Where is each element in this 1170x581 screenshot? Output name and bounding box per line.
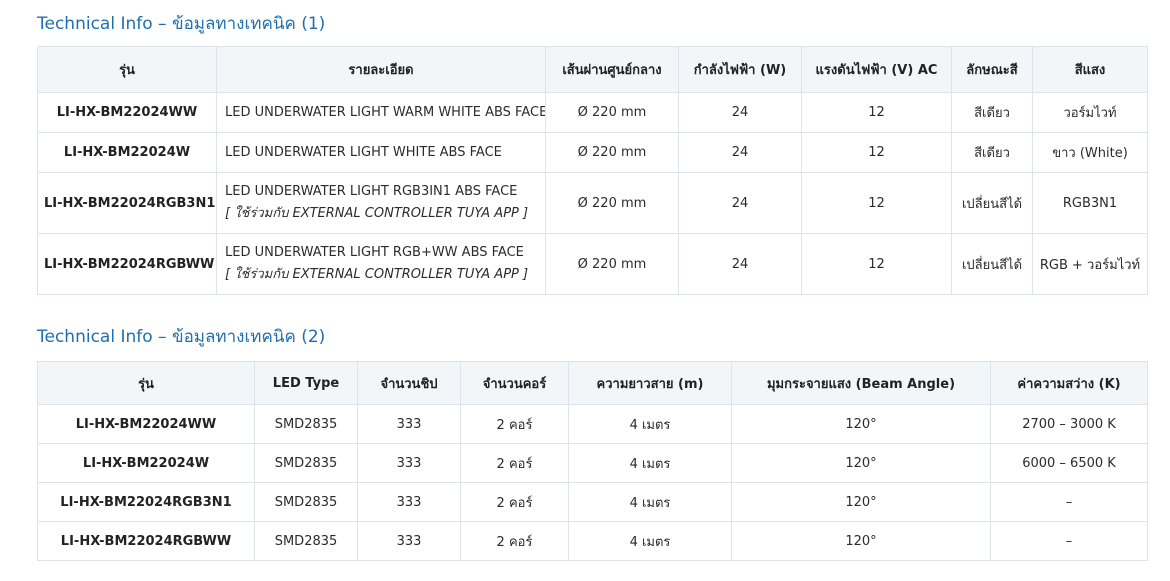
diameter-cell: Ø 220 mm [545, 132, 679, 173]
table-row: LI-HX-BM22024WW LED UNDERWATER LIGHT WAR… [37, 92, 1148, 133]
voltage-cell: 12 [801, 132, 952, 173]
color-type-cell: เปลี่ยนสีได้ [951, 233, 1033, 295]
table-row: LI-HX-BM22024RGB3N1 LED UNDERWATER LIGHT… [37, 172, 1148, 234]
color-type-cell: สีเดียว [951, 92, 1033, 133]
voltage-cell: 12 [801, 233, 952, 295]
beam-angle-cell: 120° [731, 521, 991, 561]
led-type-cell: SMD2835 [254, 443, 358, 483]
column-header-model: รุ่น [37, 361, 255, 405]
chip-count-cell: 333 [357, 404, 461, 444]
color-temperature-cell: – [990, 482, 1148, 522]
light-color-cell: ขาว (White) [1032, 132, 1148, 173]
cable-length-cell: 4 เมตร [568, 443, 732, 483]
chip-count-cell: 333 [357, 443, 461, 483]
column-header-voltage: แรงดันไฟฟ้า (V) AC [801, 46, 952, 93]
column-header-description: รายละเอียด [216, 46, 546, 93]
light-color-cell: RGB + วอร์มไวท์ [1032, 233, 1148, 295]
column-header-cable-length: ความยาวสาย (m) [568, 361, 732, 405]
model-cell: LI-HX-BM22024RGB3N1 [37, 172, 217, 234]
voltage-cell: 12 [801, 172, 952, 234]
column-header-light-color: สีแสง [1032, 46, 1148, 93]
led-type-cell: SMD2835 [254, 482, 358, 522]
column-header-color-temperature: ค่าความสว่าง (K) [990, 361, 1148, 405]
led-type-cell: SMD2835 [254, 521, 358, 561]
model-cell: LI-HX-BM22024WW [37, 404, 255, 444]
model-cell: LI-HX-BM22024RGBWW [37, 233, 217, 295]
beam-angle-cell: 120° [731, 482, 991, 522]
cable-length-cell: 4 เมตร [568, 482, 732, 522]
column-header-color-type: ลักษณะสี [951, 46, 1033, 93]
description-text: LED UNDERWATER LIGHT WARM WHITE ABS FACE [225, 105, 546, 120]
voltage-cell: 12 [801, 92, 952, 133]
power-cell: 24 [678, 233, 802, 295]
section-title-technical-info-1: Technical Info – ข้อมูลทางเทคนิค (1) [37, 14, 326, 34]
color-temperature-cell: 6000 – 6500 K [990, 443, 1148, 483]
diameter-cell: Ø 220 mm [545, 92, 679, 133]
column-header-chip-count: จำนวนชิป [357, 361, 461, 405]
chip-count-cell: 333 [357, 482, 461, 522]
color-type-cell: สีเดียว [951, 132, 1033, 173]
table-header-row: รุ่น LED Type จำนวนชิป จำนวนคอร์ ความยาว… [37, 361, 1148, 405]
core-count-cell: 2 คอร์ [460, 482, 569, 522]
controller-note: [ ใช้ร่วมกับ EXTERNAL CONTROLLER TUYA AP… [225, 266, 529, 282]
core-count-cell: 2 คอร์ [460, 404, 569, 444]
description-text: LED UNDERWATER LIGHT WHITE ABS FACE [225, 145, 502, 160]
led-type-cell: SMD2835 [254, 404, 358, 444]
technical-info-table-2: รุ่น LED Type จำนวนชิป จำนวนคอร์ ความยาว… [37, 361, 1148, 561]
power-cell: 24 [678, 172, 802, 234]
beam-angle-cell: 120° [731, 443, 991, 483]
description-cell: LED UNDERWATER LIGHT WHITE ABS FACE [216, 132, 546, 173]
chip-count-cell: 333 [357, 521, 461, 561]
column-header-beam-angle: มุมกระจายแสง (Beam Angle) [731, 361, 991, 405]
table-row: LI-HX-BM22024W LED UNDERWATER LIGHT WHIT… [37, 132, 1148, 173]
description-cell: LED UNDERWATER LIGHT RGB+WW ABS FACE [ ใ… [216, 233, 546, 295]
section-title-technical-info-2: Technical Info – ข้อมูลทางเทคนิค (2) [37, 327, 326, 347]
cable-length-cell: 4 เมตร [568, 521, 732, 561]
column-header-diameter: เส้นผ่านศูนย์กลาง [545, 46, 679, 93]
table-row: LI-HX-BM22024WW SMD2835 333 2 คอร์ 4 เมต… [37, 404, 1148, 444]
power-cell: 24 [678, 92, 802, 133]
description-text: LED UNDERWATER LIGHT RGB3IN1 ABS FACE [225, 183, 518, 199]
table-row: LI-HX-BM22024RGB3N1 SMD2835 333 2 คอร์ 4… [37, 482, 1148, 522]
column-header-led-type: LED Type [254, 361, 358, 405]
description-cell: LED UNDERWATER LIGHT RGB3IN1 ABS FACE [ … [216, 172, 546, 234]
technical-info-table-1: รุ่น รายละเอียด เส้นผ่านศูนย์กลาง กำลังไ… [37, 46, 1148, 295]
model-cell: LI-HX-BM22024WW [37, 92, 217, 133]
controller-note: [ ใช้ร่วมกับ EXTERNAL CONTROLLER TUYA AP… [225, 205, 529, 221]
description-text: LED UNDERWATER LIGHT RGB+WW ABS FACE [225, 244, 524, 260]
power-cell: 24 [678, 132, 802, 173]
color-type-cell: เปลี่ยนสีได้ [951, 172, 1033, 234]
model-cell: LI-HX-BM22024W [37, 132, 217, 173]
column-header-core-count: จำนวนคอร์ [460, 361, 569, 405]
model-cell: LI-HX-BM22024RGBWW [37, 521, 255, 561]
table-header-row: รุ่น รายละเอียด เส้นผ่านศูนย์กลาง กำลังไ… [37, 46, 1148, 93]
color-temperature-cell: 2700 – 3000 K [990, 404, 1148, 444]
diameter-cell: Ø 220 mm [545, 172, 679, 234]
beam-angle-cell: 120° [731, 404, 991, 444]
model-cell: LI-HX-BM22024RGB3N1 [37, 482, 255, 522]
table-row: LI-HX-BM22024RGBWW LED UNDERWATER LIGHT … [37, 233, 1148, 295]
diameter-cell: Ø 220 mm [545, 233, 679, 295]
column-header-power: กำลังไฟฟ้า (W) [678, 46, 802, 93]
core-count-cell: 2 คอร์ [460, 521, 569, 561]
model-cell: LI-HX-BM22024W [37, 443, 255, 483]
description-cell: LED UNDERWATER LIGHT WARM WHITE ABS FACE [216, 92, 546, 133]
core-count-cell: 2 คอร์ [460, 443, 569, 483]
color-temperature-cell: – [990, 521, 1148, 561]
table-row: LI-HX-BM22024W SMD2835 333 2 คอร์ 4 เมตร… [37, 443, 1148, 483]
column-header-model: รุ่น [37, 46, 217, 93]
light-color-cell: RGB3N1 [1032, 172, 1148, 234]
cable-length-cell: 4 เมตร [568, 404, 732, 444]
light-color-cell: วอร์มไวท์ [1032, 92, 1148, 133]
table-row: LI-HX-BM22024RGBWW SMD2835 333 2 คอร์ 4 … [37, 521, 1148, 561]
